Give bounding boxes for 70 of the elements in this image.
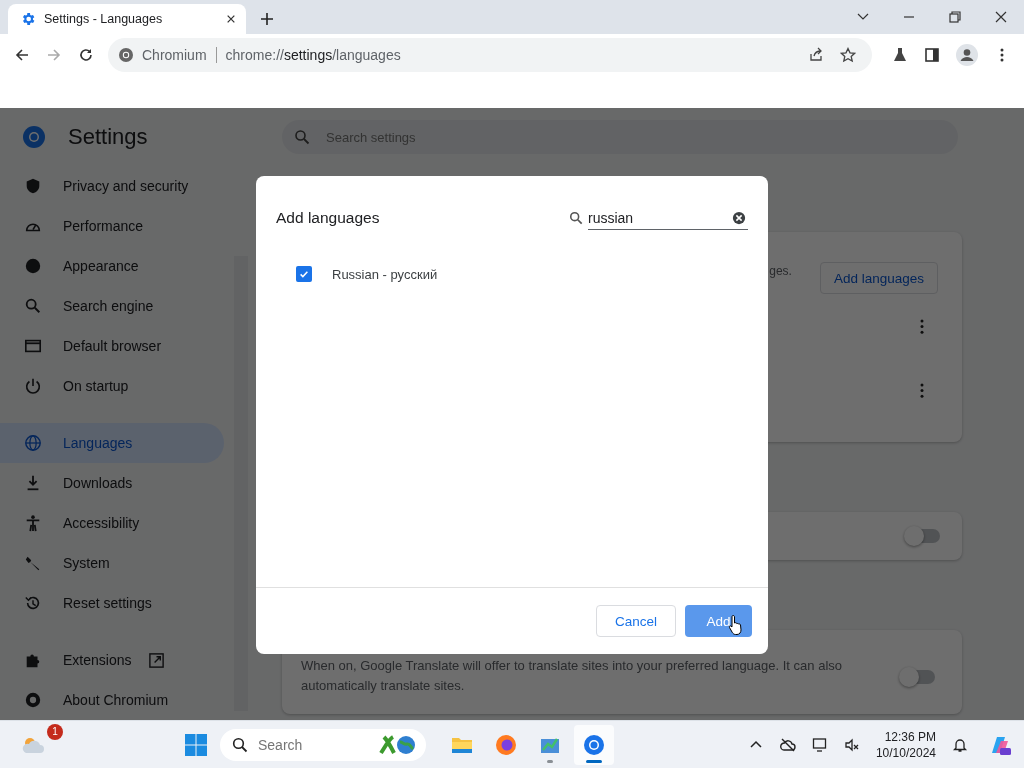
taskbar-search-field[interactable]: Search bbox=[219, 728, 426, 761]
more-options-icon[interactable] bbox=[920, 318, 924, 334]
speaker-muted-icon[interactable] bbox=[843, 736, 860, 753]
share-icon[interactable] bbox=[808, 47, 824, 63]
chromium-logo-icon bbox=[581, 732, 606, 757]
dialog-title: Add languages bbox=[276, 209, 381, 227]
sidebar-item[interactable]: Languages bbox=[0, 423, 224, 463]
power-icon bbox=[24, 377, 42, 395]
language-label: Russian - русский bbox=[332, 266, 438, 282]
description-text: When on, Google Translate will offer to translate sites into your preferred language. It can also automatically translate sites. bbox=[301, 657, 843, 695]
hand-cursor-icon bbox=[728, 614, 744, 636]
search-icon bbox=[569, 211, 583, 225]
sidebar-item[interactable]: Performance bbox=[0, 206, 224, 246]
monitor-icon[interactable] bbox=[811, 736, 828, 753]
clear-icon[interactable] bbox=[732, 211, 746, 225]
add-button[interactable]: Add bbox=[685, 605, 752, 637]
sidebar-item[interactable]: Search engine bbox=[0, 286, 224, 326]
history-icon bbox=[24, 594, 42, 612]
more-options-icon[interactable] bbox=[920, 382, 924, 398]
person-icon bbox=[24, 514, 42, 532]
sidebar-item[interactable]: Appearance bbox=[0, 246, 224, 286]
globe-icon bbox=[24, 434, 42, 452]
search-icon bbox=[294, 129, 310, 145]
close-icon[interactable] bbox=[994, 10, 1008, 24]
sidebar-item[interactable]: Extensions bbox=[0, 640, 224, 680]
toggle-switch[interactable] bbox=[906, 529, 940, 543]
reload-icon[interactable] bbox=[78, 47, 94, 63]
gear-icon bbox=[20, 11, 36, 27]
back-icon[interactable] bbox=[14, 47, 30, 63]
sidebar-item[interactable]: Default browser bbox=[0, 326, 224, 366]
flask-icon[interactable] bbox=[892, 47, 908, 63]
star-icon[interactable] bbox=[840, 47, 856, 63]
cancel-button[interactable]: Cancel bbox=[595, 605, 676, 637]
profile-icon[interactable] bbox=[956, 44, 978, 66]
cloud-icon[interactable] bbox=[779, 736, 796, 753]
chromium-logo-icon bbox=[22, 125, 46, 149]
checkbox[interactable] bbox=[296, 266, 312, 282]
sidebar-item[interactable]: System bbox=[0, 543, 224, 583]
sidebar-item[interactable]: Privacy and security bbox=[0, 166, 224, 206]
restore-icon[interactable] bbox=[948, 10, 962, 24]
add-languages-button[interactable]: Add languages bbox=[819, 262, 938, 294]
magnifier-icon bbox=[24, 297, 42, 315]
sidebar-item[interactable]: About Chromium bbox=[0, 680, 224, 720]
toggle-switch[interactable] bbox=[901, 670, 935, 684]
side-panel-icon[interactable] bbox=[924, 47, 940, 63]
shield-icon bbox=[24, 177, 42, 195]
fox-icon bbox=[493, 732, 518, 757]
new-tab-icon[interactable] bbox=[260, 12, 274, 26]
tab-title: Settings - Languages bbox=[44, 12, 164, 26]
clock-time: 12:36 PM bbox=[884, 728, 936, 745]
sidebar-item[interactable]: On startup bbox=[0, 366, 224, 406]
windows-start-icon[interactable] bbox=[183, 732, 208, 757]
browser-tab[interactable]: Settings - Languages bbox=[8, 4, 246, 34]
notification-badge: 1 bbox=[47, 723, 63, 740]
browser-window-icon bbox=[24, 337, 42, 355]
bell-icon[interactable] bbox=[952, 736, 968, 753]
url-text: chrome://settings/languages bbox=[225, 47, 401, 63]
site-name: Chromium bbox=[142, 47, 207, 63]
settings-title: Settings bbox=[68, 124, 148, 150]
close-icon[interactable] bbox=[226, 14, 236, 24]
search-icon bbox=[231, 736, 248, 753]
sidebar-item[interactable]: Downloads bbox=[0, 463, 224, 503]
taskbar-app[interactable] bbox=[573, 724, 614, 765]
chromium-logo-icon bbox=[24, 691, 42, 709]
chromium-logo-icon bbox=[118, 47, 134, 63]
address-bar[interactable]: Chromium chrome://settings/languages bbox=[108, 38, 872, 72]
clock-date: 10/10/2024 bbox=[875, 744, 936, 761]
sidebar-item[interactable]: Accessibility bbox=[0, 503, 224, 543]
sidebar-item[interactable]: Reset settings bbox=[0, 583, 224, 623]
description-text: ges. bbox=[769, 264, 792, 278]
